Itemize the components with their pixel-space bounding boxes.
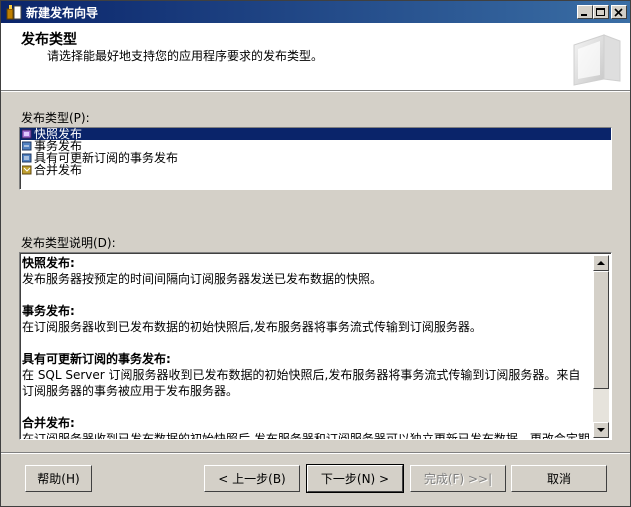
publication-type-label: 发布类型(P): (21, 111, 90, 125)
window-title: 新建发布向导 (26, 6, 99, 20)
description-content: 快照发布: 发布服务器按预定的时间间隔向订阅服务器发送已发布数据的快照。 事务发… (22, 255, 592, 440)
list-item-updatable-transactional[interactable]: 具有可更新订阅的事务发布 (20, 152, 611, 164)
description-heading: 事务发布: (22, 304, 75, 318)
close-button[interactable] (611, 5, 627, 19)
description-heading: 快照发布: (22, 256, 75, 270)
help-button[interactable]: 帮助(H) (25, 465, 92, 492)
list-item-merge[interactable]: 合并发布 (20, 164, 611, 176)
merge-publication-icon (22, 165, 32, 175)
back-button-label: < 上一步(B) (218, 472, 286, 486)
wizard-app-icon (6, 5, 22, 20)
help-button-label: 帮助(H) (37, 472, 80, 486)
list-item-snapshot[interactable]: 快照发布 (20, 128, 611, 140)
new-publication-wizard-window: 新建发布向导 发布类型 请选择能最好地支持您的应用程序要求的发布类型。 发布类型… (0, 0, 631, 507)
next-button[interactable]: 下一步(N) > (306, 464, 404, 493)
button-divider-highlight (1, 453, 630, 454)
description-block: 具有可更新订阅的事务发布: 在 SQL Server 订阅服务器收到已发布数据的… (22, 351, 592, 399)
description-heading: 合并发布: (22, 416, 75, 430)
arrow-up-icon (597, 261, 605, 265)
finish-button[interactable]: 完成(F) >>| (410, 465, 506, 492)
close-icon (614, 8, 623, 17)
cancel-button-label: 取消 (546, 472, 571, 486)
description-text: 发布服务器按预定的时间间隔向订阅服务器发送已发布数据的快照。 (22, 272, 383, 286)
finish-button-label: 完成(F) >>| (423, 472, 493, 486)
updatable-subscription-icon (22, 153, 32, 163)
wizard-banner-icon (573, 34, 621, 86)
description-scrollbar[interactable] (593, 255, 609, 438)
title-bar[interactable]: 新建发布向导 (1, 1, 630, 23)
description-block: 快照发布: 发布服务器按预定的时间间隔向订阅服务器发送已发布数据的快照。 (22, 255, 592, 287)
cancel-button[interactable]: 取消 (511, 465, 607, 492)
description-block: 合并发布: 在订阅服务器收到已发布数据的初始快照后,发布服务器和订阅服务器可以独… (22, 415, 592, 440)
description-text: 在订阅服务器收到已发布数据的初始快照后,发布服务器和订阅服务器可以独立更新已发布… (22, 432, 590, 440)
publication-type-description[interactable]: 快照发布: 发布服务器按预定的时间间隔向订阅服务器发送已发布数据的快照。 事务发… (19, 252, 612, 440)
maximize-icon (596, 8, 605, 16)
back-button[interactable]: < 上一步(B) (204, 465, 300, 492)
scroll-thumb[interactable] (593, 271, 609, 389)
header-divider (1, 91, 630, 92)
next-button-label: 下一步(N) > (320, 472, 390, 486)
list-item-label: 合并发布 (34, 163, 83, 177)
description-heading: 具有可更新订阅的事务发布: (22, 352, 171, 366)
description-text: 在 SQL Server 订阅服务器收到已发布数据的初始快照后,发布服务器将事务… (22, 368, 581, 398)
description-block: 事务发布: 在订阅服务器收到已发布数据的初始快照后,发布服务器将事务流式传输到订… (22, 303, 592, 335)
arrow-down-icon (597, 428, 605, 432)
scroll-down-button[interactable] (593, 422, 609, 438)
description-text: 在订阅服务器收到已发布数据的初始快照后,发布服务器将事务流式传输到订阅服务器。 (22, 320, 482, 334)
minimize-button[interactable] (577, 5, 593, 19)
wizard-header: 发布类型 请选择能最好地支持您的应用程序要求的发布类型。 (1, 23, 630, 91)
page-title: 发布类型 (21, 32, 77, 48)
snapshot-publication-icon (22, 129, 32, 139)
minimize-icon (581, 14, 587, 16)
description-label: 发布类型说明(D): (21, 236, 116, 250)
maximize-button[interactable] (593, 5, 609, 19)
scroll-up-button[interactable] (593, 255, 609, 271)
publication-type-list[interactable]: 快照发布 事务发布 具有可更新订阅的事务发布 合并发布 (19, 127, 612, 190)
page-subtitle: 请选择能最好地支持您的应用程序要求的发布类型。 (47, 49, 324, 63)
transactional-publication-icon (22, 141, 32, 151)
